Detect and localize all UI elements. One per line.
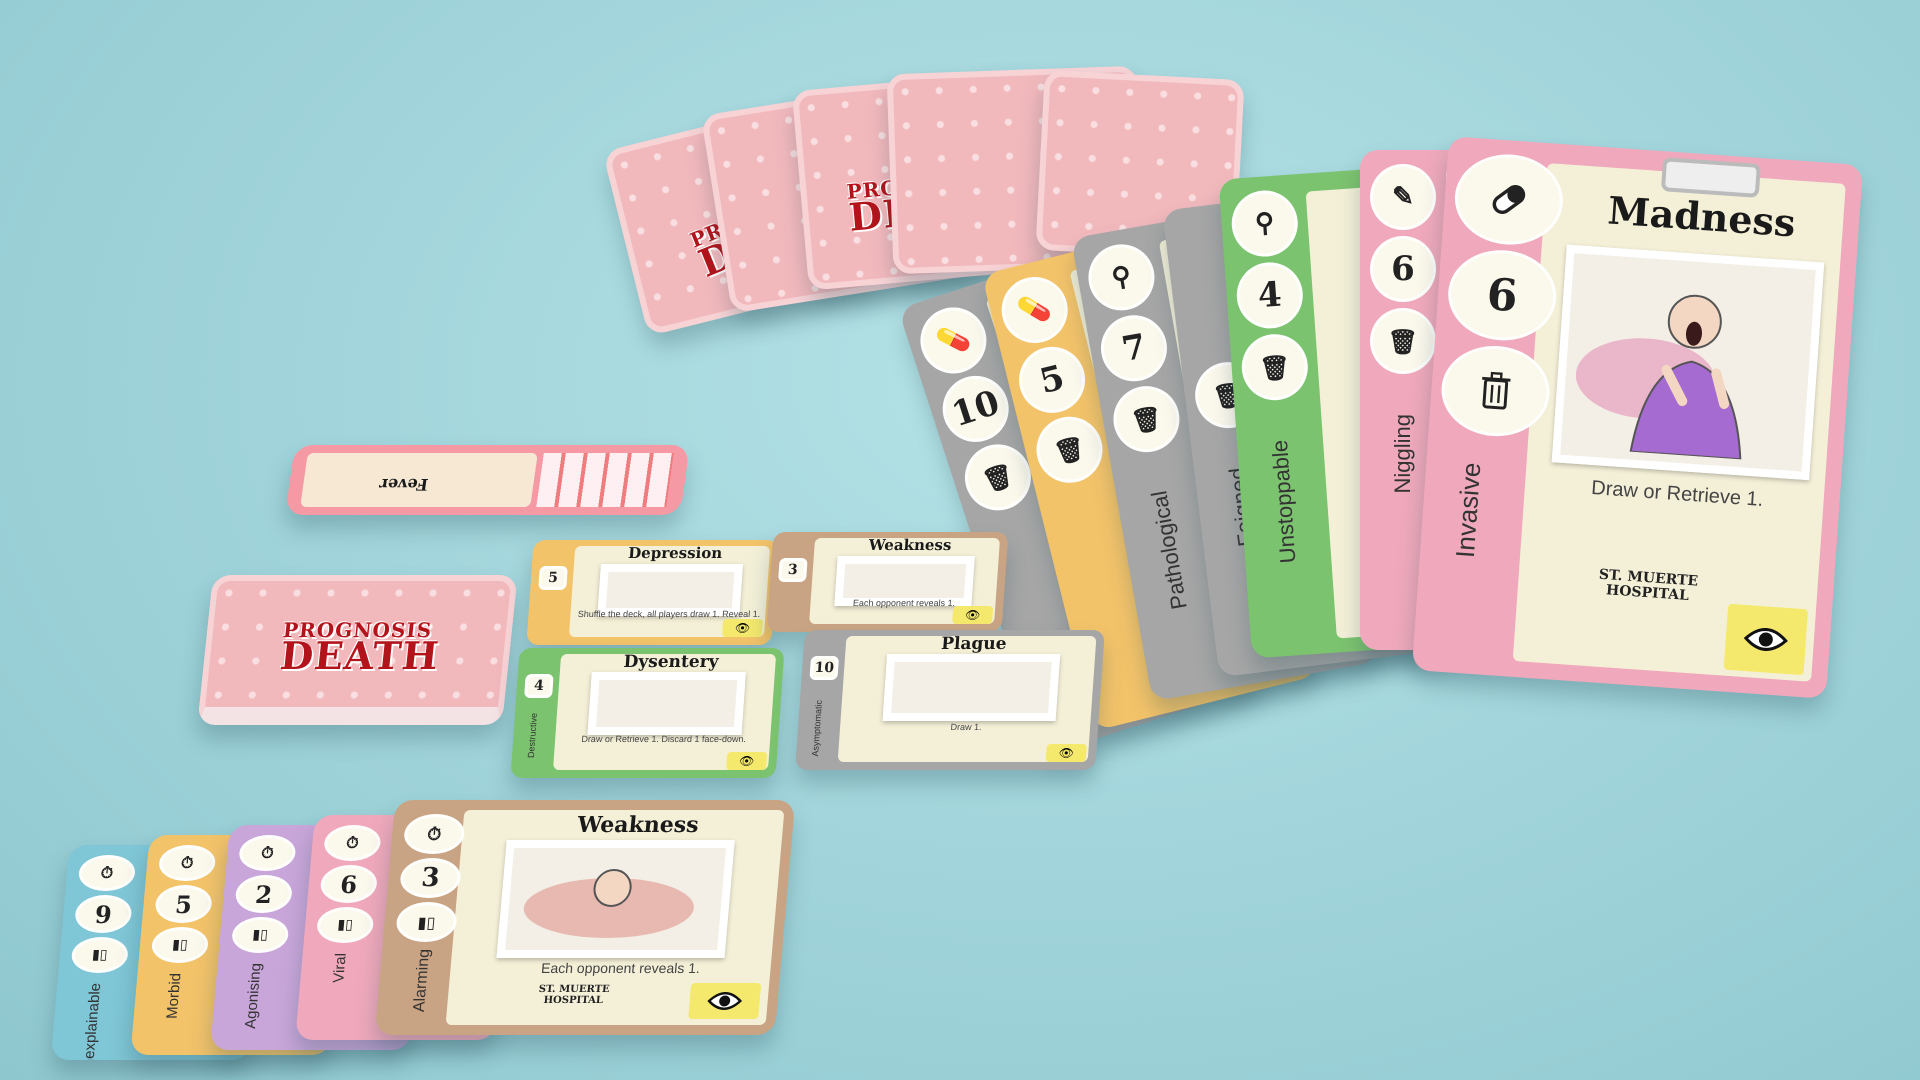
- card-title: Depression: [627, 544, 723, 562]
- card-tag: Morbid: [163, 973, 185, 1019]
- eye-icon[interactable]: 👁: [726, 752, 768, 770]
- card-text: Draw or Retrieve 1. Discard 1 face-down.: [581, 733, 747, 744]
- battery-icon: ▮▯: [70, 937, 130, 973]
- pill-icon: 💊: [911, 298, 996, 383]
- fever-card[interactable]: Fever: [285, 445, 690, 515]
- card-text: Shuffle the deck, all players draw 1. Re…: [577, 609, 761, 620]
- card-value: 9: [73, 895, 134, 933]
- trash-icon: 🗑: [1029, 409, 1110, 490]
- logo-line-2: DEATH: [278, 633, 442, 678]
- card-text: Draw 1.: [950, 722, 982, 733]
- pill-icon: 💊: [994, 269, 1075, 351]
- syringe-icon: ✎: [1370, 164, 1436, 230]
- card-value: 4: [524, 674, 554, 698]
- hospital-line-1: ST. MUERTE: [538, 984, 611, 995]
- battery-icon: ▮▯: [230, 917, 290, 953]
- game-logo: PROGNOSIS DEATH: [278, 618, 443, 678]
- eye-icon[interactable]: [1723, 603, 1809, 676]
- card-tag: Invasive: [1449, 461, 1487, 559]
- madness-card[interactable]: 6 Invasive Madness Draw or Retrieve 1. S…: [1411, 136, 1864, 699]
- card-value: 5: [153, 885, 214, 923]
- card-value: 3: [778, 558, 808, 582]
- eye-icon[interactable]: 👁: [952, 606, 994, 624]
- stopwatch-icon: ⏱: [402, 814, 467, 854]
- pill-icon: [1451, 150, 1566, 249]
- card-title: Weakness: [576, 812, 700, 838]
- card-value: 5: [538, 566, 568, 590]
- stopwatch-icon: ⏱: [322, 825, 382, 861]
- iv-bag-icon: ⚲: [1229, 188, 1300, 259]
- trash-icon: 🗑: [1370, 308, 1436, 374]
- table-card[interactable]: 3 Weakness Each opponent reveals 1. 👁: [766, 532, 1009, 632]
- card-illustration: [882, 654, 1061, 721]
- eye-icon[interactable]: [688, 983, 762, 1019]
- card-tag: Niggling: [1390, 414, 1415, 494]
- table-card[interactable]: 5 Depression Shuffle the deck, all players…: [526, 540, 779, 645]
- card-value: 5: [1012, 339, 1093, 420]
- eye-icon[interactable]: 👁: [721, 619, 764, 637]
- hospital-line-2: HOSPITAL: [543, 994, 604, 1006]
- stopwatch-icon: ⏱: [237, 835, 297, 871]
- hospital-stamp: ST. MUERTE HOSPITAL: [537, 984, 611, 1006]
- trash-icon: [1438, 342, 1553, 440]
- card-tag: Agonising: [242, 963, 265, 1029]
- card-tag: Destructive: [525, 713, 539, 759]
- card-value: 4: [1234, 260, 1305, 331]
- card-value: 6: [319, 865, 379, 903]
- card-illustration: [587, 672, 746, 735]
- card-illustration: [496, 840, 735, 958]
- card-value: 10: [934, 367, 1018, 451]
- card-value: 7: [1095, 310, 1173, 387]
- table-card[interactable]: 4 Dysentery Draw or Retrieve 1. Discard 1 …: [510, 648, 785, 778]
- card-title: Weakness: [868, 536, 953, 554]
- card-illustration: [1551, 244, 1825, 481]
- card-tag: Unexplainable: [79, 983, 105, 1060]
- card-tag: Pathological: [1146, 488, 1192, 612]
- card-title: Plague: [940, 634, 1008, 654]
- card-tag: Alarming: [410, 949, 434, 1013]
- card-tag: Unstoppable: [1266, 439, 1301, 565]
- battery-icon: ▮▯: [315, 907, 375, 943]
- card-tag: Asymptomatic: [810, 700, 824, 757]
- table-card[interactable]: 10 Plague Draw 1. Asymptomatic 👁: [795, 630, 1105, 770]
- card-value: 6: [1445, 246, 1560, 344]
- battery-icon: ▮▯: [150, 927, 210, 963]
- card-text: Each opponent reveals 1.: [540, 960, 701, 976]
- card-value: 10: [809, 656, 840, 680]
- card-illustration: [596, 564, 744, 617]
- iv-bag-icon: ⚲: [1083, 239, 1160, 316]
- weakness-card[interactable]: ⏱ 3 ▮▯ Alarming Weakness Each opponent r…: [374, 800, 796, 1035]
- card-title: Dysentery: [622, 652, 720, 672]
- battery-icon: ▮▯: [394, 902, 459, 942]
- card-value: 3: [398, 858, 463, 898]
- card-value: 6: [1370, 236, 1436, 302]
- stat-grid: [536, 453, 674, 507]
- stopwatch-icon: ⏱: [77, 855, 137, 891]
- card-value: 2: [234, 875, 294, 913]
- trash-icon: 🗑: [1239, 331, 1311, 403]
- card-title: Fever: [378, 475, 430, 494]
- trash-icon: 🗑: [1108, 380, 1185, 458]
- stopwatch-icon: ⏱: [157, 845, 217, 881]
- card-tag: Viral: [330, 953, 350, 983]
- draw-deck[interactable]: PROGNOSIS DEATH: [197, 575, 518, 725]
- eye-icon[interactable]: 👁: [1045, 744, 1087, 762]
